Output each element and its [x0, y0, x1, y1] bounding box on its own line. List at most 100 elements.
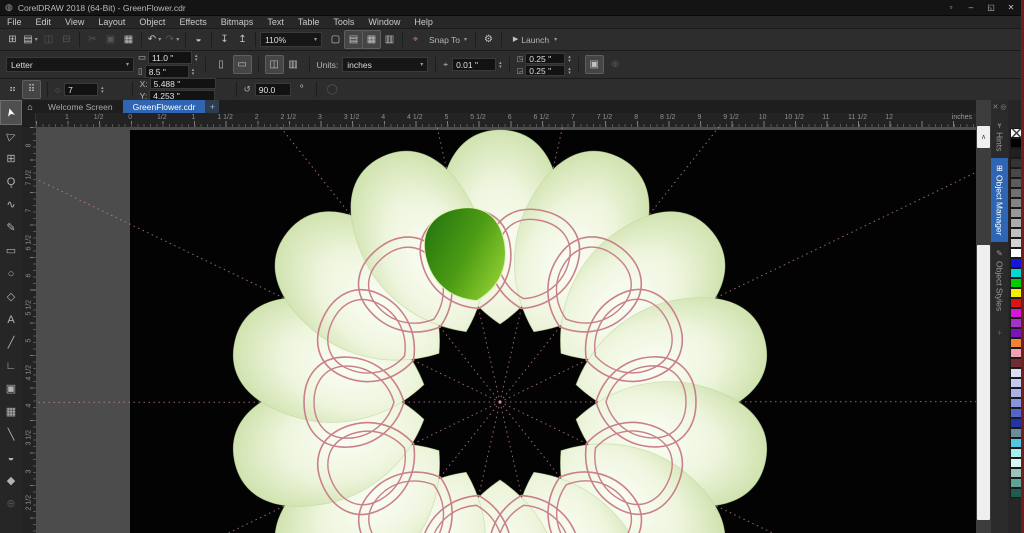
text-tool[interactable]: A	[1, 308, 21, 331]
treat-as-filled-button[interactable]: ▣	[586, 56, 603, 73]
stepper-icon[interactable]: ▴▾	[101, 86, 104, 94]
stepper-icon[interactable]: ▴▾	[192, 68, 195, 76]
interactive-fill-tool[interactable]: ◒	[1, 446, 21, 469]
drawing-canvas[interactable]	[36, 127, 976, 533]
menu-file[interactable]: File	[0, 17, 29, 27]
fullscreen-preview-button[interactable]: ▢	[327, 31, 344, 48]
launch-dropdown[interactable]: ▶ Launch ▾	[506, 31, 564, 48]
tab-welcome-screen[interactable]: Welcome Screen	[38, 100, 123, 113]
docker-tab-object-styles[interactable]: ✎Object Styles	[991, 242, 1008, 318]
launch-label: Launch	[521, 35, 549, 45]
import-button[interactable]: ↧	[216, 31, 233, 48]
smart-fill-tool[interactable]: ◆	[1, 469, 21, 492]
freehand-tool[interactable]: ∿	[1, 193, 21, 216]
page-height-field[interactable]	[145, 65, 189, 78]
nudge-field[interactable]	[452, 58, 496, 71]
units-select[interactable]: inches ▾	[342, 57, 428, 72]
connector-tool[interactable]: ∟	[1, 354, 21, 377]
rectangle-tool[interactable]: ▭	[1, 239, 21, 262]
show-grid-button[interactable]: ▦	[363, 31, 380, 48]
undo-button[interactable]: ↶▾	[146, 31, 163, 48]
toolbar-view-group: ▢▤▦▥	[327, 31, 398, 48]
all-pages-layout-button[interactable]: ◫	[266, 56, 283, 73]
docker-tab-hints[interactable]: ➢Hints	[991, 115, 1008, 158]
stepper-icon[interactable]: ▴▾	[499, 61, 502, 69]
color-eyedropper-tool[interactable]: ╲	[1, 423, 21, 446]
menu-window[interactable]: Window	[361, 17, 407, 27]
redo-button[interactable]: ↷▾	[164, 31, 181, 48]
add-docker-button[interactable]: +	[997, 328, 1002, 338]
show-page-border-button[interactable]: ▤	[345, 31, 362, 48]
stepper-icon[interactable]: ▴▾	[568, 55, 571, 63]
duplicate-y-field[interactable]	[525, 65, 565, 76]
menu-text[interactable]: Text	[260, 17, 291, 27]
pick-tool[interactable]: ➤	[1, 101, 21, 124]
paste-button[interactable]: ▦	[120, 31, 137, 48]
landscape-button[interactable]: ▭	[234, 56, 251, 73]
stepper-icon[interactable]: ▴▾	[568, 67, 571, 75]
menu-bitmaps[interactable]: Bitmaps	[214, 17, 261, 27]
minimize-button[interactable]: –	[963, 2, 979, 14]
vertical-scrollbar[interactable]: ∧	[976, 100, 991, 533]
vertical-ruler[interactable]: 87 1/276 1/265 1/254 1/243 1/232 1/2	[22, 127, 36, 533]
titlebar-pin-icon[interactable]: ▫	[943, 2, 959, 14]
menu-object[interactable]: Object	[132, 17, 172, 27]
menu-table[interactable]: Table	[291, 17, 327, 27]
menu-view[interactable]: View	[58, 17, 91, 27]
page-numbering-button[interactable]: ▥	[285, 56, 302, 73]
rotation-angle-field[interactable]	[255, 83, 291, 96]
docker-tab-object-manager[interactable]: ⊞Object Manager	[991, 158, 1008, 242]
docker-close-icon[interactable]: ✕	[993, 103, 999, 111]
restore-button[interactable]: ◱	[983, 2, 999, 14]
workspace: ➤▷⊞Ǫ∿✎▭○◇A╱∟▣▦╲◒◆⊕ ⌂ Welcome Screen Gree…	[0, 100, 1024, 533]
degree-button[interactable]: °	[295, 81, 309, 98]
options-button[interactable]: ⚙	[480, 31, 497, 48]
search-content-button[interactable]: ◒	[190, 31, 207, 48]
zoom-tool[interactable]: Ǫ	[1, 170, 21, 193]
page-width-field[interactable]	[148, 51, 192, 64]
save-button[interactable]: ◫	[40, 31, 57, 48]
portrait-button[interactable]: ▯	[213, 56, 230, 73]
new-document-button[interactable]: ⊞	[4, 31, 21, 48]
print-button[interactable]: ⊟	[58, 31, 75, 48]
page-size-select[interactable]: Letter ▾	[6, 57, 134, 72]
dimension-tool[interactable]: ╱	[1, 331, 21, 354]
count-field[interactable]	[64, 83, 98, 96]
tab-greenflower[interactable]: GreenFlower.cdr	[123, 100, 206, 113]
open-button[interactable]: ▤▾	[22, 31, 39, 48]
snap-to-dropdown[interactable]: Snap To ▾	[425, 31, 471, 48]
ruler-origin-button[interactable]	[22, 113, 36, 127]
polygon-tool[interactable]: ◇	[1, 285, 21, 308]
x-position-field[interactable]	[150, 78, 216, 89]
v-ruler-label: 6	[26, 269, 33, 283]
menu-layout[interactable]: Layout	[91, 17, 132, 27]
copy-button[interactable]: ▣	[102, 31, 119, 48]
menu-help[interactable]: Help	[407, 17, 440, 27]
transparency-tool[interactable]: ▦	[1, 400, 21, 423]
export-button[interactable]: ↥	[234, 31, 251, 48]
menu-effects[interactable]: Effects	[172, 17, 213, 27]
scroll-up-button[interactable]: ∧	[977, 126, 990, 148]
zoom-level-select[interactable]: 110% ▾	[260, 32, 322, 47]
horizontal-ruler[interactable]: inches 11/201/211 1/222 1/233 1/244 1/25…	[36, 113, 976, 127]
toolbox: ➤▷⊞Ǫ∿✎▭○◇A╱∟▣▦╲◒◆⊕	[0, 100, 22, 533]
drop-shadow-tool[interactable]: ▣	[1, 377, 21, 400]
crop-tool[interactable]: ⊞	[1, 147, 21, 170]
menu-edit[interactable]: Edit	[29, 17, 59, 27]
stepper-icon[interactable]: ▴▾	[195, 54, 198, 62]
home-icon[interactable]: ⌂	[22, 100, 38, 113]
show-guidelines-button[interactable]: ▥	[381, 31, 398, 48]
new-tab-button[interactable]: +	[205, 100, 219, 113]
duplicate-x-field[interactable]	[525, 53, 565, 64]
shape-tool[interactable]: ▷	[1, 124, 21, 147]
ellipse-tool[interactable]: ○	[1, 262, 21, 285]
docker-pin-icon[interactable]: ◎	[1000, 103, 1006, 111]
scrollbar-thumb[interactable]	[977, 245, 990, 520]
cut-button[interactable]: ✂	[84, 31, 101, 48]
menu-tools[interactable]: Tools	[326, 17, 361, 27]
snap-off-button[interactable]: ⌖	[407, 31, 424, 48]
close-button[interactable]: ✕	[1003, 2, 1019, 14]
dot-circle-button[interactable]: ⠿	[23, 81, 40, 98]
dot-cluster-button[interactable]: ⠶	[4, 81, 21, 98]
artistic-media-tool[interactable]: ✎	[1, 216, 21, 239]
